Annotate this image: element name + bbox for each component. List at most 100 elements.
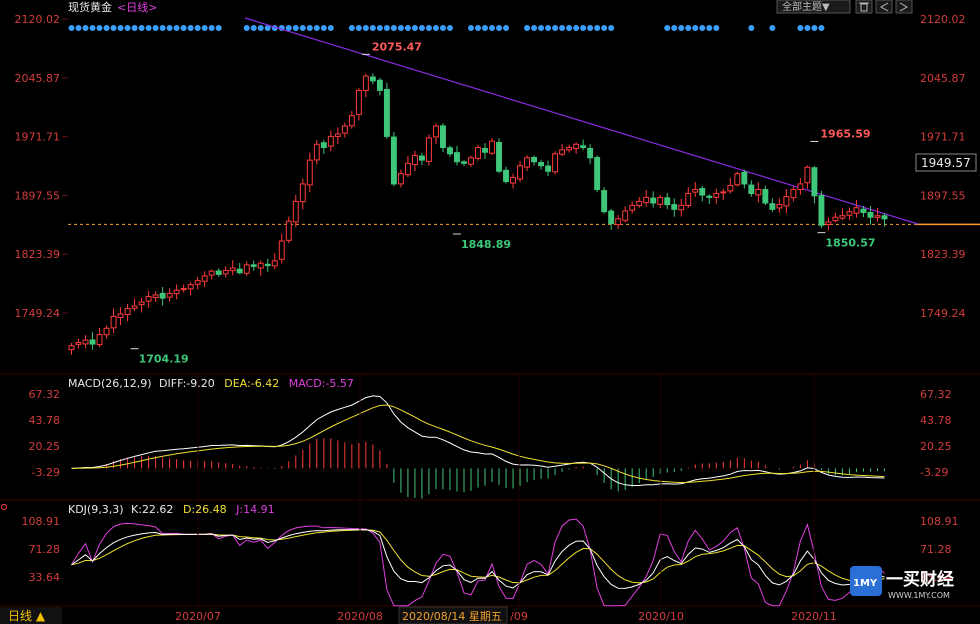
candle-body [390,136,397,185]
candle-body [278,240,285,260]
candle-body [89,339,96,345]
candle-body [215,270,222,275]
candle-body [783,196,790,207]
k-value: 22.62 [142,503,174,516]
candle-body [839,215,846,219]
forward-icon[interactable] [895,0,913,14]
instrument-title: 现货黄金 [68,0,112,14]
candle-body [397,173,404,185]
candle-body [601,190,608,213]
date-tick-label: 2020/07 [175,610,221,623]
candle-body [811,167,818,197]
signal-dot [131,25,138,31]
macd-tick-right: 67.32 [920,388,952,401]
signal-dot [524,25,531,31]
back-icon[interactable] [875,0,893,14]
date-tick-label: /09 [510,610,528,623]
signal-dot [439,25,446,31]
signal-dot [601,25,608,31]
candle-body [489,140,495,154]
candle-body [608,210,615,225]
kdj-tick-left: 71.28 [29,543,61,556]
candle-body [145,296,152,302]
theme-button-label[interactable]: 全部主题▼ [782,0,830,13]
signal-dot [608,25,615,31]
candlestick-series [68,73,888,355]
signal-dot [117,25,124,31]
signal-dot [432,25,439,31]
candle-body [369,76,376,82]
candle-body [734,173,741,186]
signal-dot [285,25,292,31]
price-tick-label-right: 1971.71 [920,131,966,144]
signal-dot [166,25,173,31]
candle-body [629,204,636,211]
candle-body [194,280,201,285]
candle-body [496,141,502,172]
date-tick-label: 2020/10 [638,610,684,623]
price-tick-label-left: 2120.02 [15,13,61,26]
d-line [71,529,885,584]
macd-tick-left: -3.29 [32,466,60,479]
macd-title: MACD(26,12,9) [68,377,152,390]
candle-body [96,334,103,346]
candle-body [475,146,481,159]
signal-dot [383,25,390,31]
candle-body [334,133,341,137]
candle-body [545,165,552,172]
diff-value: -9.20 [186,377,214,390]
price-tick-label-left: 2045.87 [15,72,61,85]
period-button[interactable]: 日线 ▲ [8,609,46,623]
kdj-title: KDJ(9,3,3) [68,503,124,516]
price-annotation: 1704.19 [139,353,189,366]
price-tick-label-right: 1897.55 [920,189,966,202]
signal-dot [299,25,306,31]
candle-body [580,145,587,148]
candle-body [432,125,439,138]
period-label[interactable]: <日线> [117,0,157,14]
candle-body [461,161,467,164]
candle-body [741,171,748,185]
price-tick-label-left: 1823.39 [15,248,61,261]
candle-body [538,162,545,167]
candle-body [82,339,89,345]
signal-dot [152,25,159,31]
candle-body [208,270,215,276]
candle-body [418,155,425,161]
signal-dot [145,25,152,31]
signal-dot [818,25,825,31]
candle-body [573,143,580,150]
signal-dot [489,25,496,31]
candle-body [587,147,594,159]
trash-icon[interactable] [855,0,873,14]
kdj-panel: 108.91 108.9171.28 71.2833.64 33.64 [22,515,959,607]
logo-url: WWW.1MY.COM [888,591,950,600]
candle-body [762,189,769,204]
candle-body [860,208,867,213]
signal-dot [110,25,117,31]
candle-body [846,211,853,216]
candle-body [790,188,797,199]
candle-body [692,188,699,193]
signal-dot [187,25,194,31]
price-annotation: 1850.57 [825,237,875,250]
signal-dot [292,25,299,31]
signal-dot [355,25,362,31]
candle-body [622,210,629,221]
signal-dot [180,25,187,31]
signal-dot [411,25,418,31]
candle-body [229,267,236,272]
price-tick-label-left: 1749.24 [15,307,61,320]
signal-dot [545,25,552,31]
signal-dot [559,25,566,31]
dea-value: -6.42 [251,377,279,390]
candle-body [440,125,446,148]
candle-body [75,342,82,345]
signal-dot [446,25,453,31]
signal-dot [96,25,103,31]
candle-body [468,157,474,165]
kdj-legend: KDJ(9,3,3) K:22.62 D:26.48 J:14.91 [68,503,275,516]
candle-body [187,284,194,290]
signal-dot [306,25,313,31]
candle-body [482,148,488,153]
